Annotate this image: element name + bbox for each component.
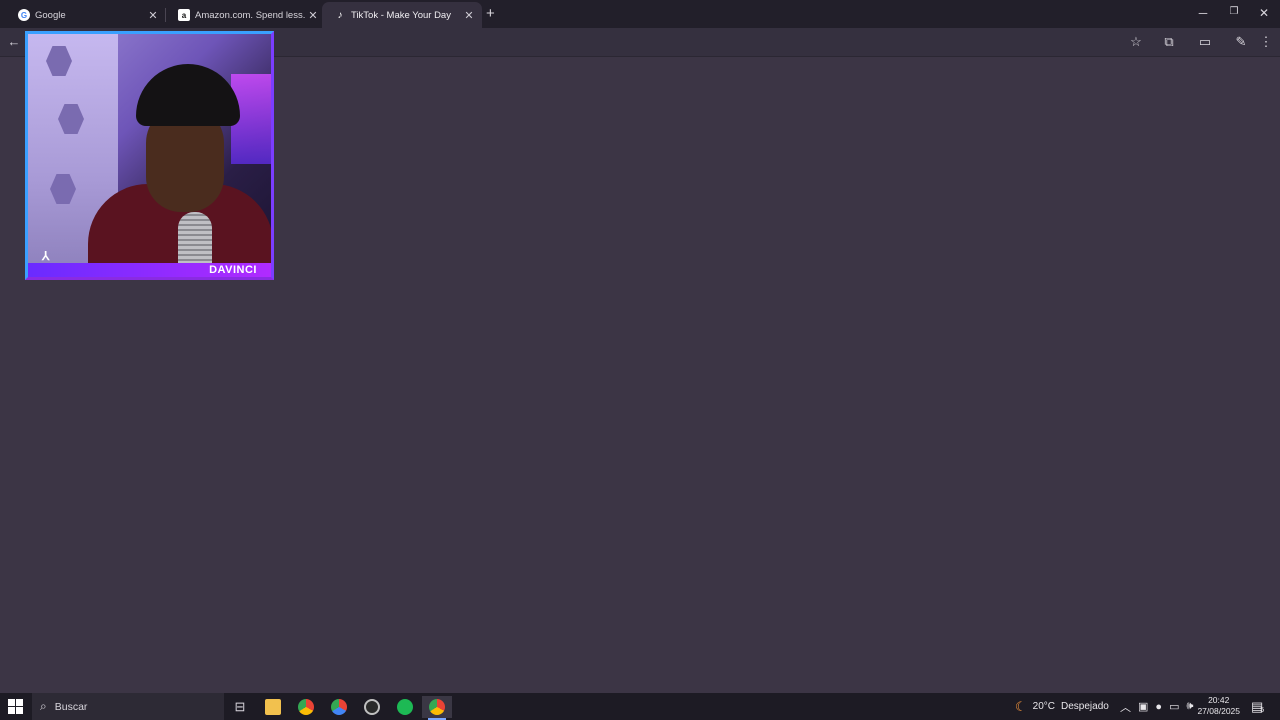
pip-video-window[interactable]: DAVINCI ⅄ <box>25 31 274 280</box>
media-controls-icon[interactable]: ▭ <box>1196 34 1214 50</box>
meet-now-icon[interactable]: ▣ <box>1138 700 1148 713</box>
taskbar-search[interactable]: ⌕ Buscar <box>32 693 224 720</box>
clock-date: 27/08/2025 <box>1197 706 1240 716</box>
network-icon[interactable]: ▭ <box>1169 700 1179 713</box>
chrome-profile-icon[interactable] <box>324 696 354 718</box>
overlay-name: DAVINCI <box>209 264 257 276</box>
amazon-icon: a <box>178 9 190 21</box>
menu-kebab-icon[interactable]: ⋮ <box>1257 34 1275 50</box>
tiktok-icon: ♪ <box>337 9 343 21</box>
restore-button[interactable]: ❐ <box>1224 6 1244 17</box>
bookmark-star-icon[interactable]: ☆ <box>1127 34 1145 50</box>
tab-title: Google <box>35 9 66 21</box>
extensions-icon[interactable]: ⧉ <box>1160 34 1178 50</box>
new-tab-button[interactable]: + <box>486 5 495 22</box>
system-tray: ︿ ▣ ● ▭ 🕪 <box>1120 693 1193 720</box>
overlay-logo-icon: ⅄ <box>42 249 50 263</box>
close-window-button[interactable]: ✕ <box>1254 6 1274 20</box>
tab-strip: G Google ✕ a Amazon.com. Spend less. Smi… <box>0 0 1280 28</box>
weather-temp: 20°C <box>1032 701 1055 712</box>
profile-avatar[interactable]: ✎ <box>1232 34 1250 50</box>
notifications-button[interactable]: ▤ 5 <box>1251 693 1264 720</box>
volume-icon[interactable]: 🕪 <box>1186 700 1193 713</box>
file-explorer-icon[interactable] <box>258 696 288 718</box>
tab-amazon[interactable]: a Amazon.com. Spend less. Smile more. ✕ <box>166 2 326 28</box>
windows-taskbar: ⌕ Buscar ⊟ ☾ 20°C Despejado ︿ ▣ ● ▭ 🕪 20… <box>0 693 1280 720</box>
close-icon[interactable]: ✕ <box>462 9 476 22</box>
weather-desc: Despejado <box>1061 701 1109 712</box>
chrome-icon[interactable] <box>291 696 321 718</box>
tab-google[interactable]: G Google ✕ <box>6 2 166 28</box>
spotify-icon[interactable] <box>390 696 420 718</box>
streamer-cap <box>136 64 240 126</box>
tab-tiktok[interactable]: ♪ TikTok - Make Your Day ✕ <box>322 2 482 28</box>
search-placeholder: Buscar <box>54 700 88 713</box>
chrome-active-icon[interactable] <box>422 696 452 720</box>
notification-count: 5 <box>1260 707 1265 714</box>
windows-start-icon[interactable] <box>8 699 23 714</box>
close-icon[interactable]: ✕ <box>306 9 320 22</box>
tray-chevron-icon[interactable]: ︿ <box>1120 699 1131 715</box>
weather-icon: ☾ <box>1015 698 1027 714</box>
game-app-icon[interactable] <box>357 696 387 718</box>
weather-widget[interactable]: ☾ 20°C Despejado <box>1015 693 1109 720</box>
google-icon: G <box>18 9 30 21</box>
clock-time: 20:42 <box>1208 695 1230 705</box>
microphone-icon[interactable]: ● <box>1155 701 1162 713</box>
back-button[interactable]: ← <box>5 34 23 49</box>
minimize-button[interactable]: ─ <box>1193 6 1213 20</box>
tab-title: TikTok - Make Your Day <box>351 9 451 21</box>
task-view-icon[interactable]: ⊟ <box>225 696 255 718</box>
tab-title: Amazon.com. Spend less. Smile more. <box>195 9 306 21</box>
search-icon: ⌕ <box>40 699 47 713</box>
system-clock[interactable]: 20:42 27/08/2025 <box>1197 695 1240 717</box>
close-icon[interactable]: ✕ <box>146 9 160 22</box>
